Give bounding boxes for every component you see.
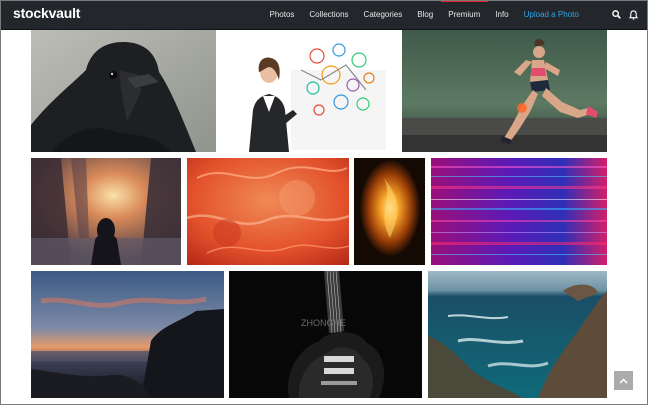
bell-icon[interactable] [628, 9, 638, 20]
photo-businesswoman-doodles[interactable] [221, 30, 397, 152]
search-icon[interactable] [611, 10, 621, 20]
nav-photos[interactable]: Photos [262, 0, 302, 29]
photo-watermark: ZHONGHE [301, 318, 346, 328]
photo-flame-on-black[interactable] [354, 158, 425, 265]
nav-premium[interactable]: Premium [440, 0, 488, 29]
nav-collections[interactable]: Collections [302, 0, 356, 29]
chevron-up-icon [619, 377, 628, 384]
photo-electric-guitar[interactable]: ZHONGHE [229, 271, 422, 398]
nav-icons [611, 0, 638, 29]
photo-purple-glitch-stripes[interactable] [431, 158, 607, 265]
photo-orange-ink-abstract[interactable] [187, 158, 349, 265]
photo-woman-running[interactable] [402, 30, 607, 152]
nav-info[interactable]: Info [488, 0, 516, 29]
back-to-top-button[interactable] [614, 371, 633, 390]
photo-raven[interactable] [31, 30, 216, 152]
site-logo[interactable]: stockvault [13, 5, 80, 21]
nav-upload-photo[interactable]: Upload a Photo [516, 0, 586, 29]
main-nav: Photos Collections Categories Blog Premi… [262, 0, 586, 29]
top-navbar: stockvault Photos Collections Categories… [0, 0, 648, 30]
photo-coast-at-dusk[interactable] [31, 271, 224, 398]
nav-blog[interactable]: Blog [410, 0, 441, 29]
photo-city-sunset-silhouette[interactable] [31, 158, 181, 265]
photo-rocky-cliffs-sea[interactable] [428, 271, 607, 398]
nav-categories[interactable]: Categories [356, 0, 410, 29]
